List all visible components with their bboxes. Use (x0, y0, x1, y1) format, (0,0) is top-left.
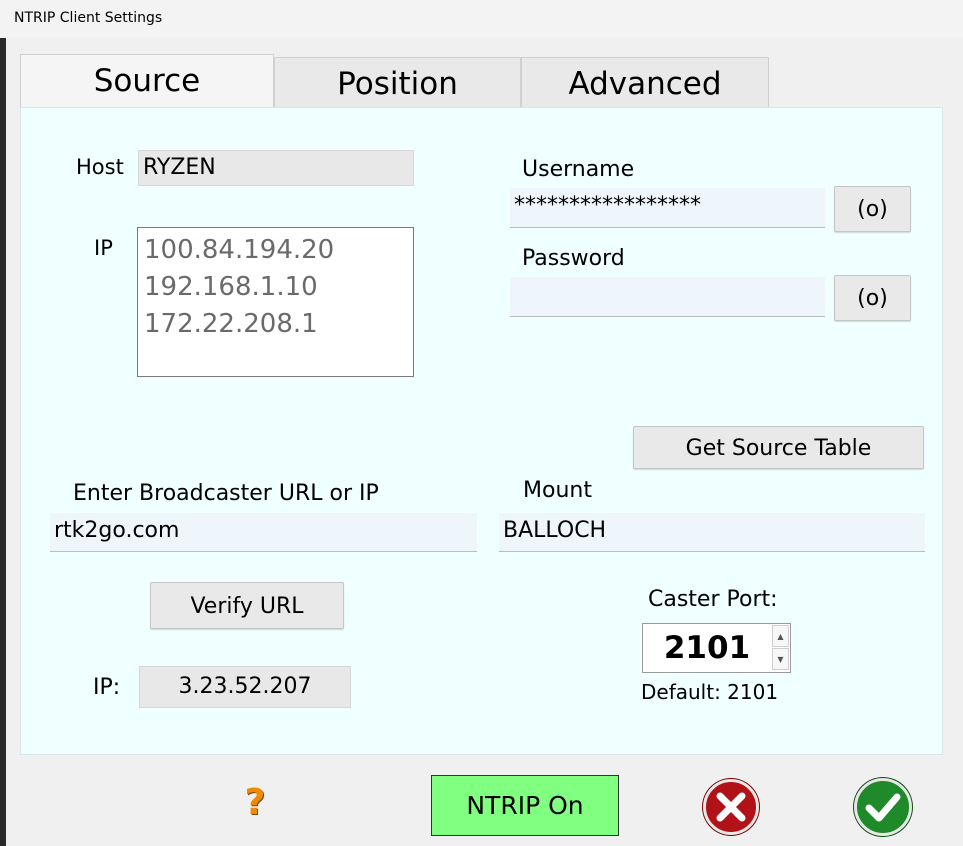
host-label: Host (76, 155, 124, 179)
caster-port-label: Caster Port: (648, 587, 778, 612)
window-title: NTRIP Client Settings (14, 10, 163, 26)
mount-field[interactable]: BALLOCH (499, 513, 925, 552)
tab-advanced[interactable]: Advanced (521, 57, 769, 107)
spin-up-icon[interactable]: ▲ (772, 625, 789, 647)
help-icon[interactable]: ? (238, 782, 272, 823)
ip-list-item[interactable]: 192.168.1.10 (144, 269, 407, 306)
caster-port-default: Default: 2101 (641, 680, 779, 704)
broadcaster-url-field[interactable]: rtk2go.com (50, 513, 477, 552)
caster-port-value[interactable]: 2101 (643, 624, 771, 672)
resolved-ip-value: 3.23.52.207 (139, 666, 351, 708)
password-field[interactable] (510, 277, 825, 317)
x-mark-icon (716, 792, 746, 822)
ip-label: IP (94, 236, 113, 260)
username-label: Username (522, 157, 635, 182)
tab-source[interactable]: Source (20, 54, 274, 108)
username-reveal-button[interactable]: (o) (834, 186, 911, 232)
broadcaster-label: Enter Broadcaster URL or IP (73, 481, 379, 506)
background-window-strip (0, 38, 6, 846)
ok-icon[interactable] (854, 778, 912, 836)
host-value: RYZEN (138, 150, 414, 186)
username-field[interactable]: ***************** (510, 188, 825, 228)
checkmark-icon (865, 793, 901, 822)
spin-down-icon[interactable]: ▼ (772, 648, 789, 670)
password-label: Password (522, 246, 625, 271)
resolved-ip-label: IP: (93, 675, 121, 700)
mount-label: Mount (523, 478, 592, 503)
password-reveal-button[interactable]: (o) (834, 275, 911, 321)
ntrip-on-button[interactable]: NTRIP On (431, 775, 619, 836)
cancel-icon[interactable] (703, 779, 759, 835)
ip-list-item[interactable]: 172.22.208.1 (144, 306, 407, 343)
tab-position[interactable]: Position (274, 57, 521, 107)
get-source-table-button[interactable]: Get Source Table (633, 426, 924, 469)
caster-port-spinbox[interactable]: 2101 ▲ ▼ (642, 623, 791, 673)
ip-list-item[interactable]: 100.84.194.20 (144, 232, 407, 269)
ip-address-list[interactable]: 100.84.194.20 192.168.1.10 172.22.208.1 (137, 227, 414, 377)
verify-url-button[interactable]: Verify URL (150, 582, 344, 629)
